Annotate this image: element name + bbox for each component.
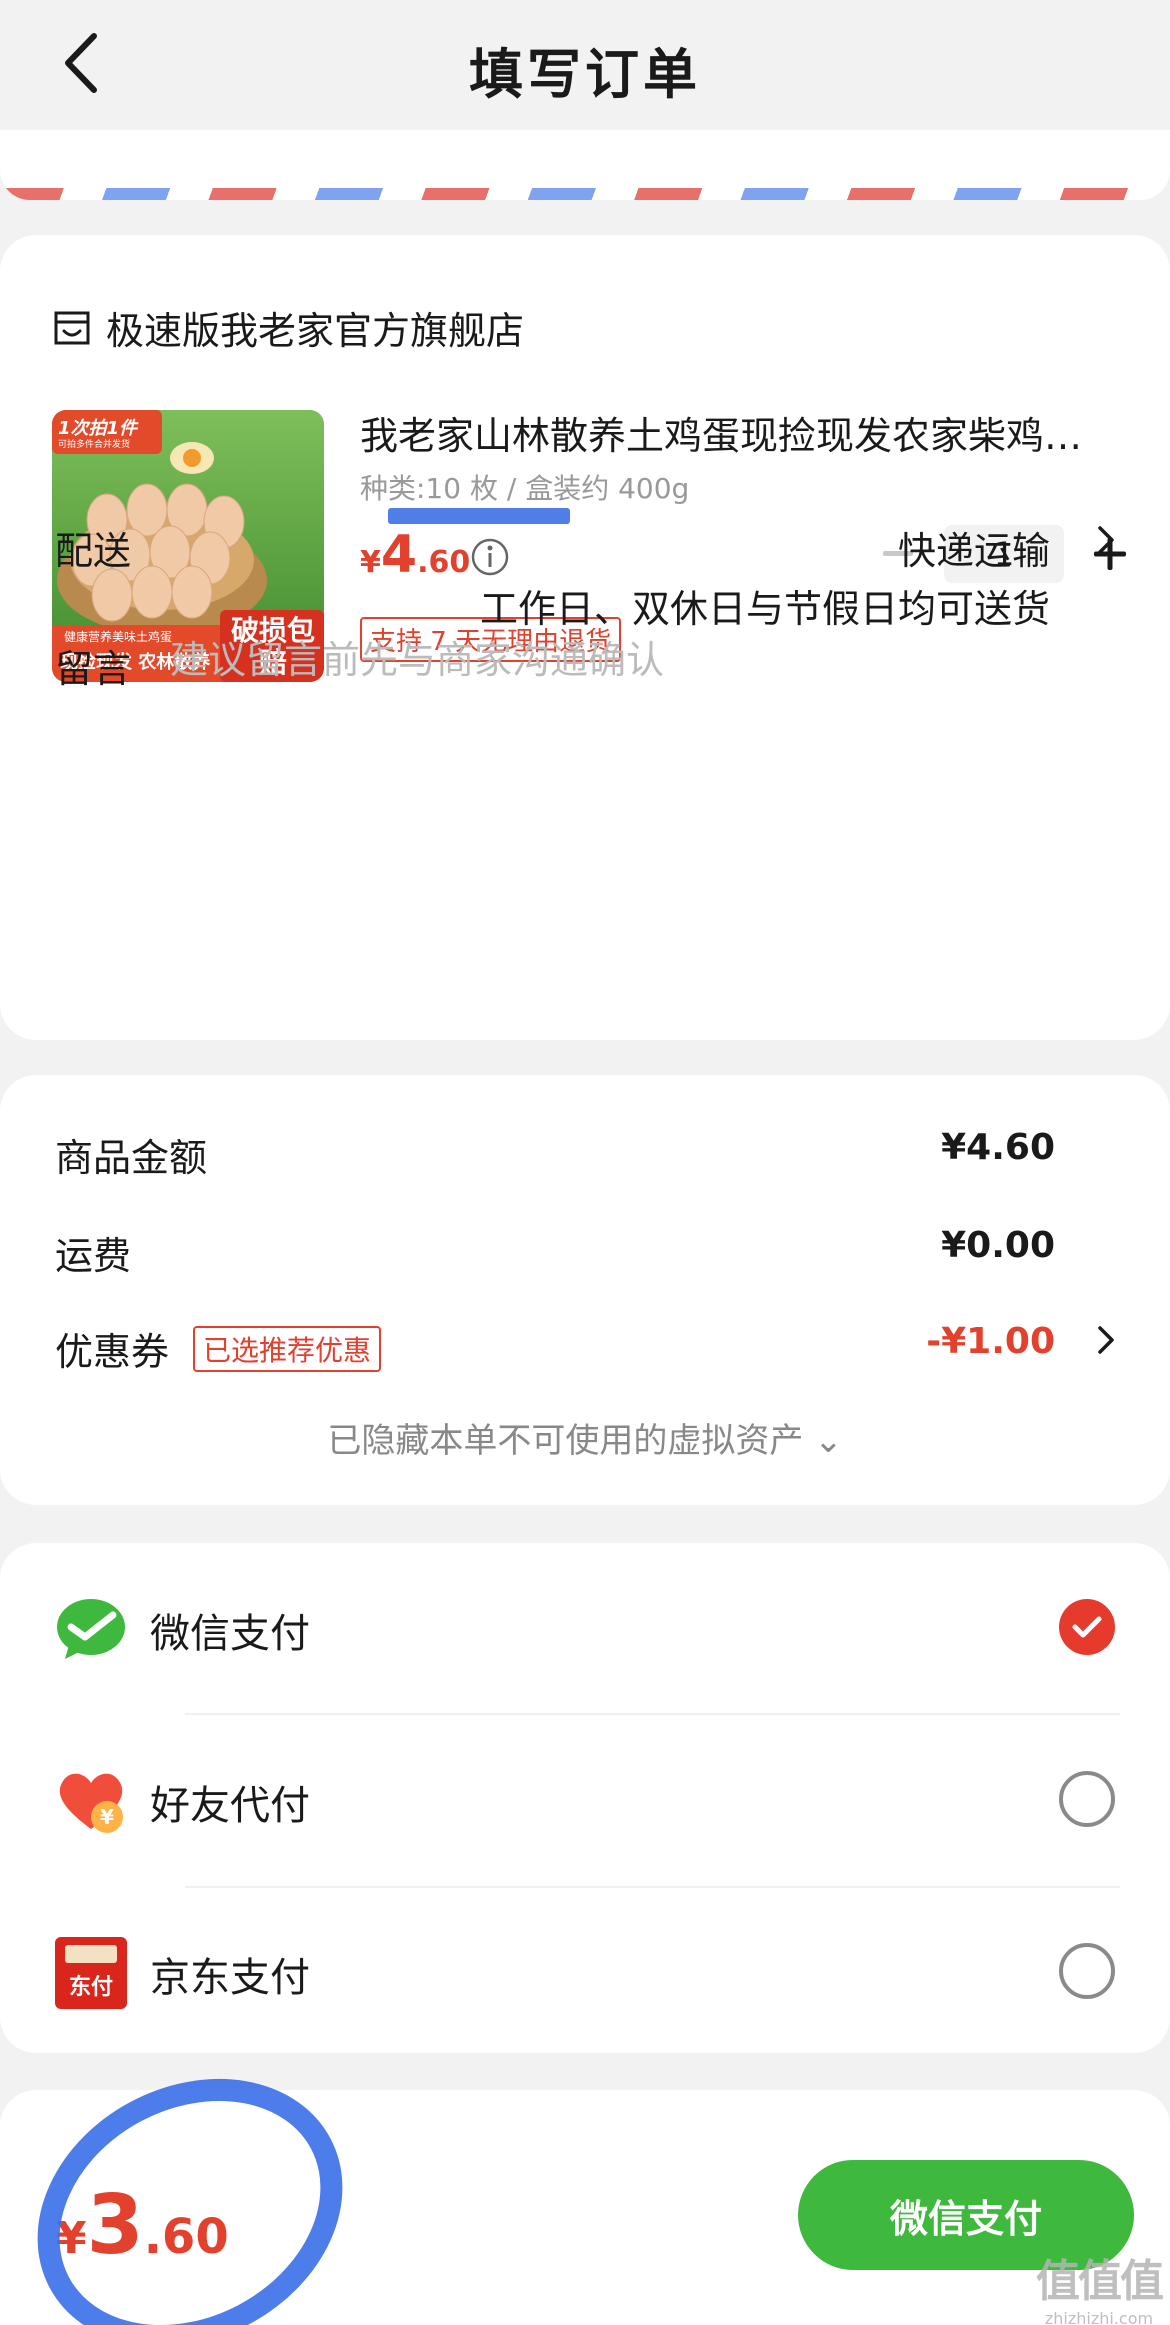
coupon-value: -¥1.00 [926, 1321, 1055, 1362]
chevron-right-icon[interactable] [1097, 1325, 1115, 1355]
payment-radio-selected[interactable] [1059, 1599, 1115, 1655]
price-integer: 4 [380, 525, 418, 585]
payment-option-friend[interactable]: ¥ 好友代付 [55, 1755, 1115, 1845]
shipping-value: ¥0.00 [941, 1225, 1055, 1266]
delivery-method[interactable]: 快递运输 [898, 520, 1050, 575]
header-bar: 填写订单 [0, 0, 1170, 130]
delivery-label: 配送 [55, 529, 132, 573]
shipping-label: 运费 [55, 1234, 132, 1278]
coupon-label: 优惠券 [55, 1330, 170, 1374]
coupon-row[interactable]: 优惠券 已选推荐优惠 -¥1.00 [55, 1321, 1115, 1381]
divider [185, 1886, 1120, 1888]
info-icon[interactable] [470, 537, 510, 577]
message-input[interactable] [170, 630, 1070, 690]
annotation-circle [37, 2078, 343, 2325]
shop-header[interactable]: 极速版我老家官方旗舰店 [52, 300, 524, 355]
hidden-assets-toggle[interactable]: 已隐藏本单不可使用的虚拟资产 ⌄ [0, 1413, 1170, 1462]
watermark-logo: 值值值 [1036, 2256, 1164, 2307]
divider [185, 1713, 1120, 1715]
price-summary-card: 商品金额 ¥4.60 运费 ¥0.00 优惠券 已选推荐优惠 -¥1.00 已隐… [0, 1075, 1170, 1505]
goods-amount-value: ¥4.60 [941, 1127, 1055, 1168]
product-price: ¥ 4 .60 [360, 525, 470, 585]
goods-amount-row: 商品金额 ¥4.60 [55, 1127, 1115, 1187]
product-spec[interactable]: 种类:10 枚 / 盒装约 400g [360, 467, 689, 507]
checkmark-icon [1072, 1616, 1102, 1638]
payment-label: 微信支付 [150, 1611, 310, 1657]
payment-label: 好友代付 [150, 1783, 310, 1829]
payment-option-wechat[interactable]: 微信支付 [55, 1583, 1115, 1673]
product-title[interactable]: 我老家山林散养土鸡蛋现捡现发农家柴鸡蛋新鲜 [360, 405, 1120, 460]
goods-amount-label: 商品金额 [55, 1136, 208, 1180]
redaction-mark [388, 508, 570, 524]
watermark-url: zhizhizhi.com [1044, 2309, 1154, 2325]
shipping-row: 运费 ¥0.00 [55, 1225, 1115, 1285]
envelope-stripe-border [0, 188, 1170, 200]
price-decimal: .60 [417, 545, 471, 580]
svg-text:¥: ¥ [100, 1805, 114, 1829]
payment-label: 京东支付 [150, 1955, 310, 2001]
watermark: 值值值 zhizhizhi.com [1036, 2245, 1164, 2325]
wechat-pay-icon [57, 1599, 125, 1659]
price-symbol: ¥ [360, 545, 381, 580]
message-label: 留言 [55, 647, 132, 691]
order-item-card: 极速版我老家官方旗舰店 1次拍1件 可拍多件合并发货 健康营养美味土鸡蛋 现捡现… [0, 235, 1170, 1040]
address-card[interactable] [0, 130, 1170, 200]
chevron-right-icon[interactable] [1097, 525, 1115, 555]
payment-option-jd[interactable]: 东付 京东支付 [55, 1927, 1115, 2017]
store-icon [54, 311, 90, 344]
jd-pay-icon: 东付 [55, 1937, 127, 2009]
friend-pay-icon: ¥ [59, 1773, 123, 1833]
payment-radio[interactable] [1059, 1771, 1115, 1827]
shop-name: 极速版我老家官方旗舰店 [106, 309, 525, 353]
page-title: 填写订单 [469, 43, 701, 106]
delivery-note: 工作日、双休日与节假日均可送货 [479, 587, 1050, 631]
payment-methods-card: 微信支付 ¥ 好友代付 东付 京东支付 [0, 1543, 1170, 2053]
payment-radio[interactable] [1059, 1943, 1115, 1999]
jd-pay-icon-text: 东付 [68, 1975, 113, 2000]
image-badge-sub: 可拍多件合并发货 [58, 440, 131, 450]
coupon-tag: 已选推荐优惠 [193, 1326, 382, 1372]
